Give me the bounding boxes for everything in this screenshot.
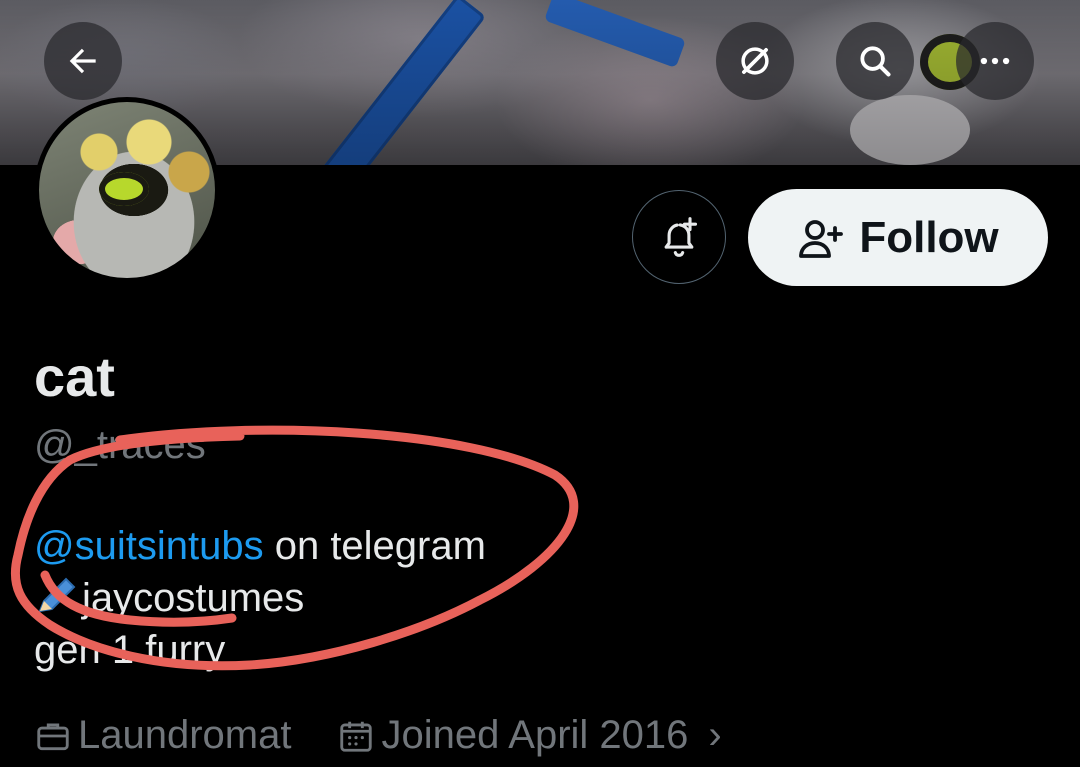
chevron-right-icon: › (708, 713, 722, 757)
bio-line-2: jaycostumes (34, 572, 486, 624)
grok-button[interactable] (716, 22, 794, 100)
bio-line-1: @suitsintubs on telegram (34, 520, 486, 572)
bio-line-3: gen 1 furry (34, 628, 226, 672)
bell-plus-icon (664, 217, 698, 257)
more-button[interactable] (956, 22, 1034, 100)
user-handle: @_traces (34, 423, 206, 467)
arrow-left-icon (69, 48, 96, 74)
profile-meta: Laundromat Joined April 2016 › (34, 713, 722, 758)
more-horizontal-icon (980, 57, 1010, 65)
bio-text: on telegram (263, 524, 486, 568)
search-button[interactable] (836, 22, 914, 100)
profession-item: Laundromat (34, 713, 291, 758)
notifications-button[interactable] (632, 190, 726, 284)
pencil-emoji-icon (38, 577, 76, 613)
joined-item[interactable]: Joined April 2016 › (337, 713, 722, 758)
avatar-eye (99, 172, 149, 206)
joined-date: Joined April 2016 (381, 713, 689, 757)
briefcase-icon (37, 722, 69, 750)
calendar-icon (340, 721, 373, 752)
follow-button[interactable]: Follow (748, 189, 1048, 286)
bio-mention-link[interactable]: @suitsintubs (34, 524, 264, 568)
profile-bio: @suitsintubs on telegram jaycostumes gen… (34, 520, 486, 676)
grok-icon (741, 47, 769, 75)
back-button[interactable] (44, 22, 122, 100)
search-icon (860, 46, 891, 77)
avatar[interactable] (34, 97, 220, 283)
bio-text: jaycostumes (82, 576, 305, 620)
follow-label: Follow (859, 212, 999, 262)
profession-label: Laundromat (78, 713, 292, 757)
person-plus-icon (799, 219, 844, 258)
display-name: cat (34, 345, 115, 408)
